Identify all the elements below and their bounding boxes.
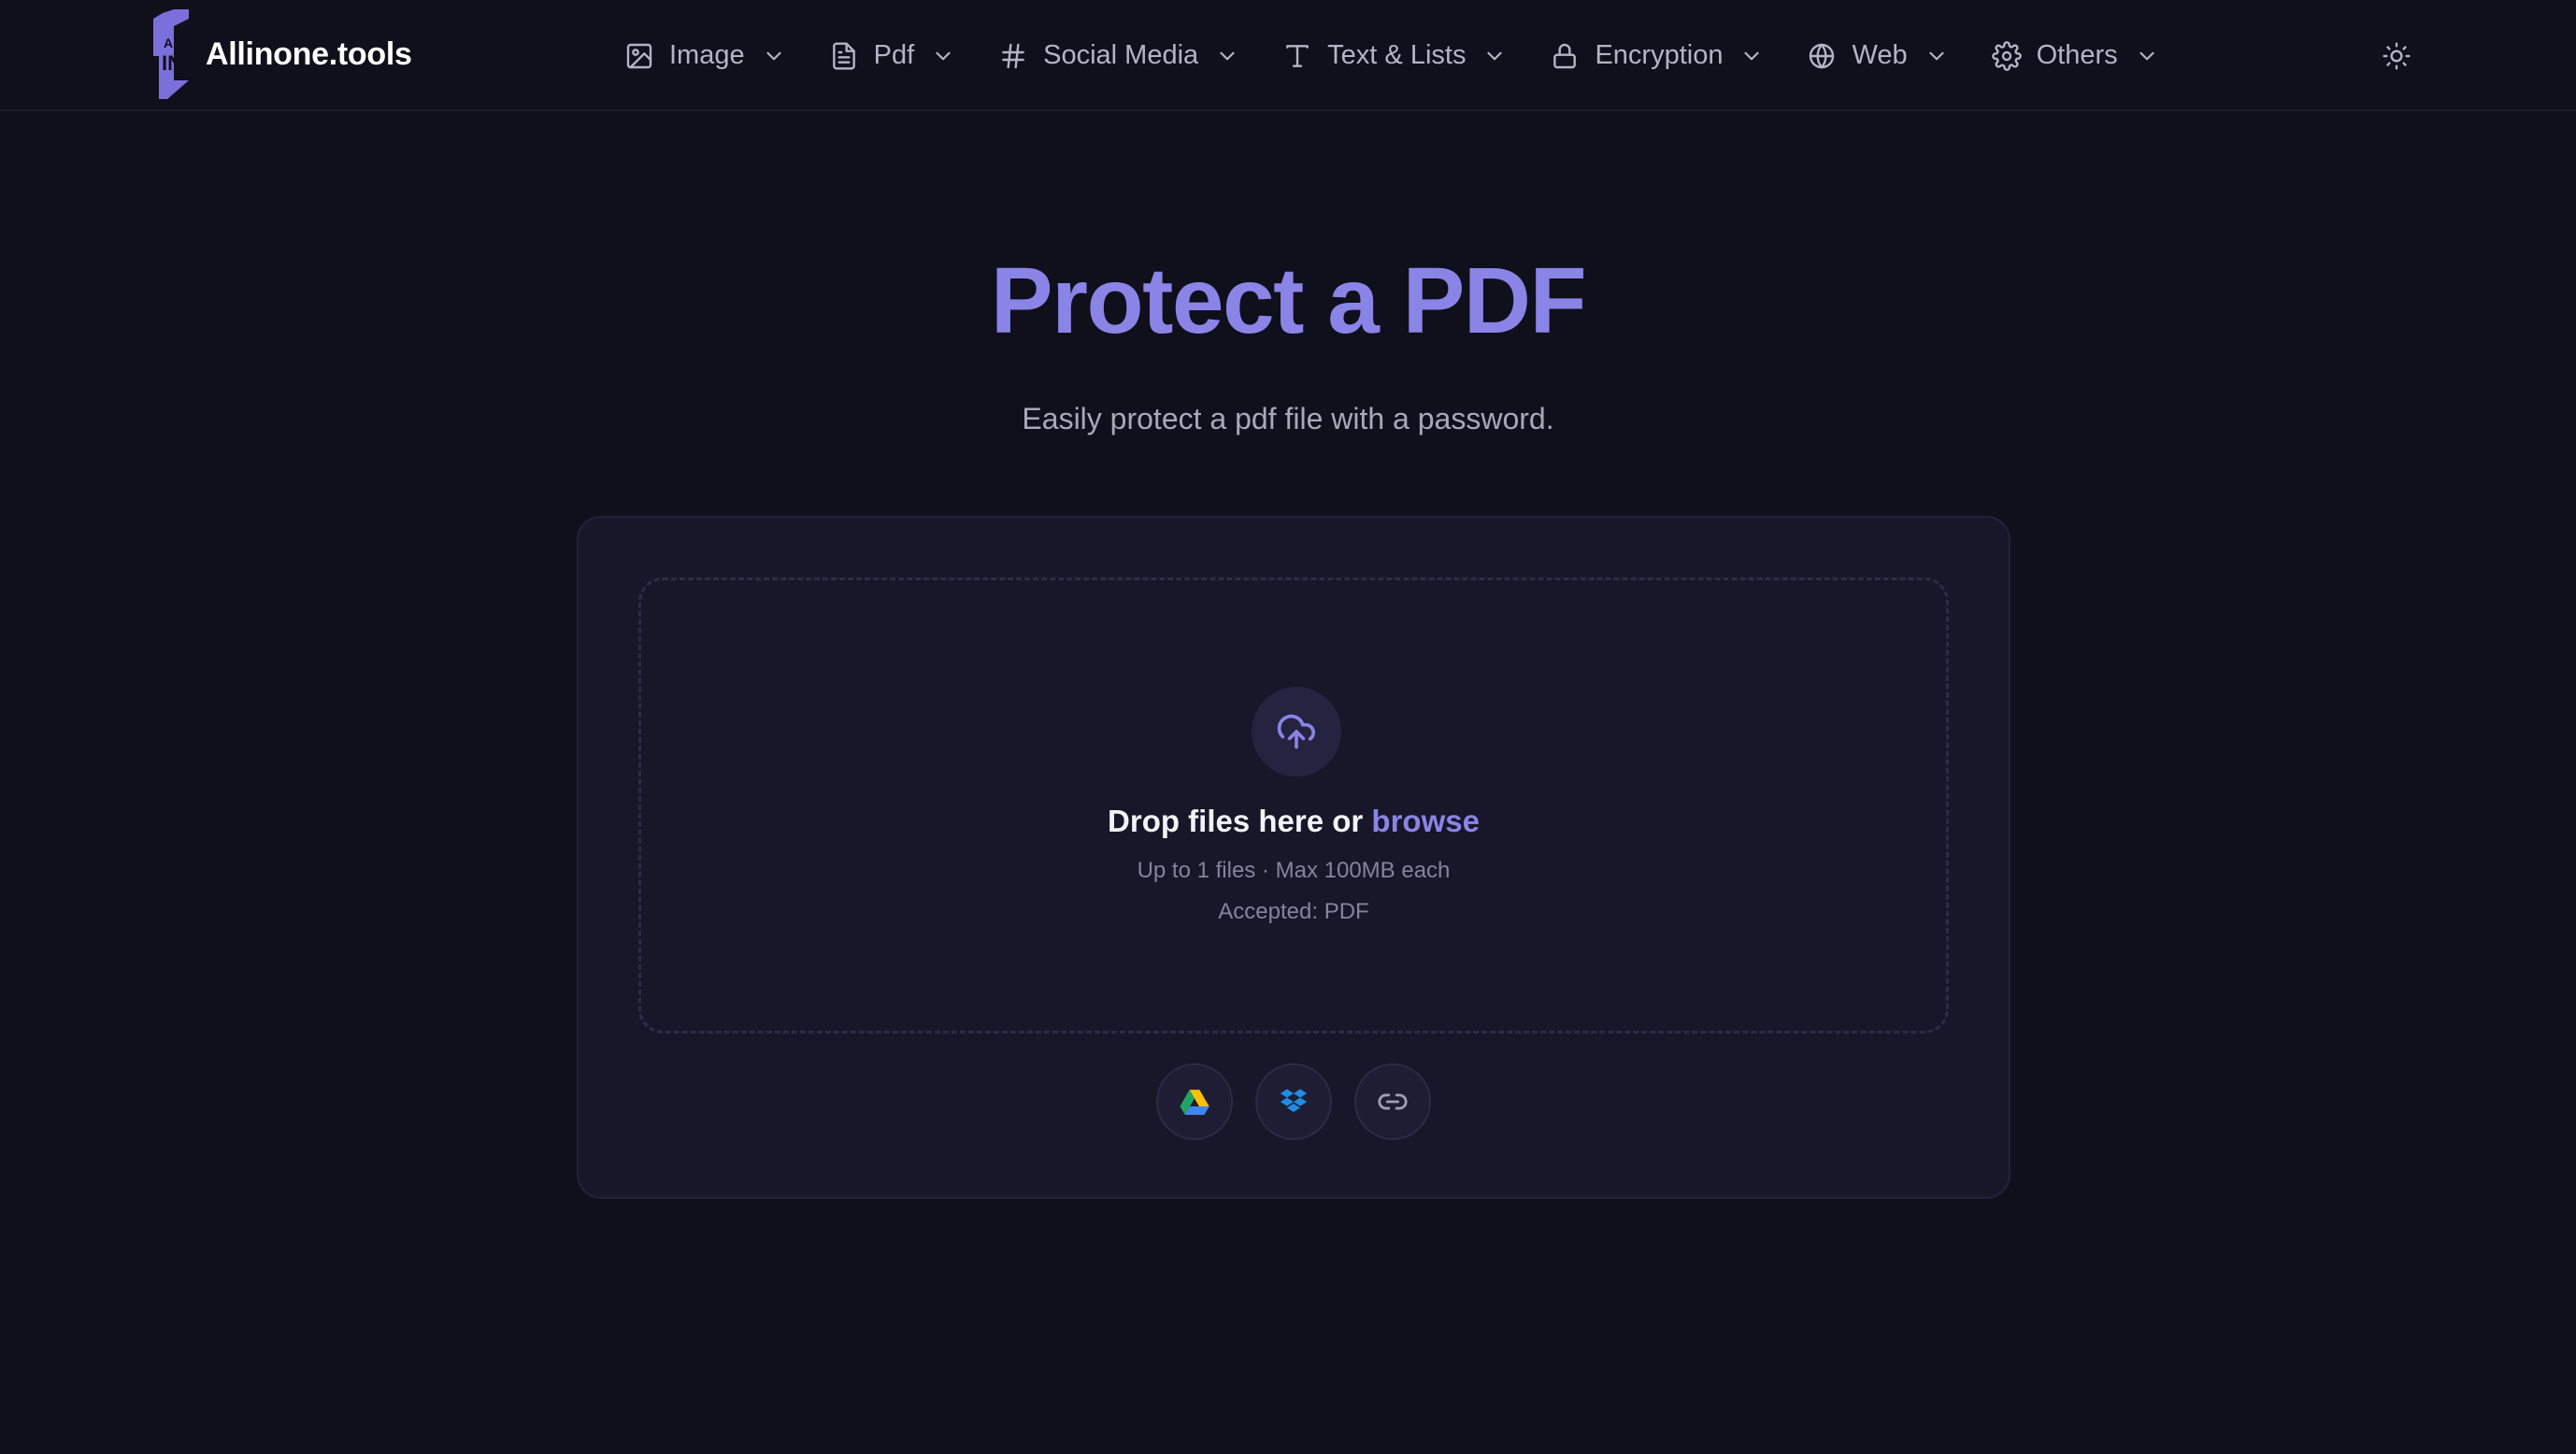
drop-instructions: Drop files here or browse: [641, 803, 1946, 840]
chevron-down-icon: [2140, 51, 2154, 60]
chevron-down-icon: [1744, 51, 1760, 60]
nav-item-label: Encryption: [1595, 40, 1724, 70]
upload-sources: [579, 1063, 2009, 1140]
dropbox-button[interactable]: [1255, 1063, 1332, 1140]
nav-item-text-lists[interactable]: Text & Lists: [1282, 28, 1507, 84]
nav-item-encryption[interactable]: Encryption: [1550, 28, 1764, 84]
google-drive-button[interactable]: [1156, 1063, 1233, 1140]
nav-item-label: Web: [1852, 40, 1908, 70]
upload-icon-circle: [1252, 687, 1341, 777]
nav-item-label: Text & Lists: [1327, 40, 1467, 70]
image-icon: [626, 43, 652, 68]
logo-text-in: IN: [162, 51, 182, 75]
hash-icon: [1002, 43, 1025, 68]
browse-link[interactable]: browse: [1371, 804, 1480, 838]
nav-item-web[interactable]: Web: [1807, 28, 1948, 84]
page-title: Protect a PDF: [990, 249, 1587, 353]
nav-item-others[interactable]: Others: [1991, 28, 2159, 84]
sun-icon: [2383, 42, 2411, 70]
gear-icon: [1991, 40, 2022, 71]
brand-name: Allinone.tools: [206, 36, 412, 72]
chevron-down-icon: [1220, 51, 1235, 60]
nav-item-label: Pdf: [873, 40, 915, 70]
link-icon: [1378, 1093, 1408, 1110]
dropbox-icon: [1280, 1089, 1308, 1113]
cloud-upload-icon: [1277, 714, 1315, 749]
nav-item-social-media[interactable]: Social Media: [998, 28, 1239, 84]
chevron-down-icon: [766, 51, 781, 60]
nav-item-pdf[interactable]: Pdf: [829, 28, 956, 84]
file-dropzone[interactable]: Drop files here or browse Up to 1 files …: [638, 577, 1949, 1033]
upload-limits: Up to 1 files · Max 100MB each: [1137, 858, 1451, 883]
main-nav: Image Pdf Social Media Text & Lists Encr…: [624, 0, 2159, 111]
nav-item-label: Image: [669, 40, 745, 70]
chevron-down-icon: [936, 51, 951, 60]
site-header: ALL IN Allinone.tools Image Pdf Social M…: [0, 0, 2576, 111]
nav-item-image[interactable]: Image: [624, 28, 786, 84]
logo-text-all: ALL: [164, 36, 190, 50]
nav-item-label: Social Media: [1043, 40, 1199, 70]
text-icon: [1286, 44, 1309, 67]
google-drive-icon: [1180, 1090, 1209, 1116]
page-subtitle: Easily protect a pdf file with a passwor…: [1022, 402, 1554, 435]
logo-link[interactable]: ALL IN Allinone.tools: [153, 9, 412, 99]
theme-toggle-button[interactable]: [2374, 34, 2419, 78]
nav-item-label: Others: [2036, 40, 2118, 70]
chevron-down-icon: [1487, 51, 1503, 60]
accepted-types: Accepted: PDF: [1218, 899, 1369, 924]
drop-prefix: Drop files here or: [1108, 804, 1372, 838]
lock-icon: [1553, 43, 1577, 68]
globe-icon: [1810, 43, 1835, 68]
allinone-logo-icon: ALL IN: [153, 9, 190, 99]
upload-card: Drop files here or browse Up to 1 files …: [577, 516, 2011, 1199]
chevron-down-icon: [1928, 51, 1944, 60]
file-icon: [832, 41, 855, 70]
url-link-button[interactable]: [1354, 1063, 1431, 1140]
